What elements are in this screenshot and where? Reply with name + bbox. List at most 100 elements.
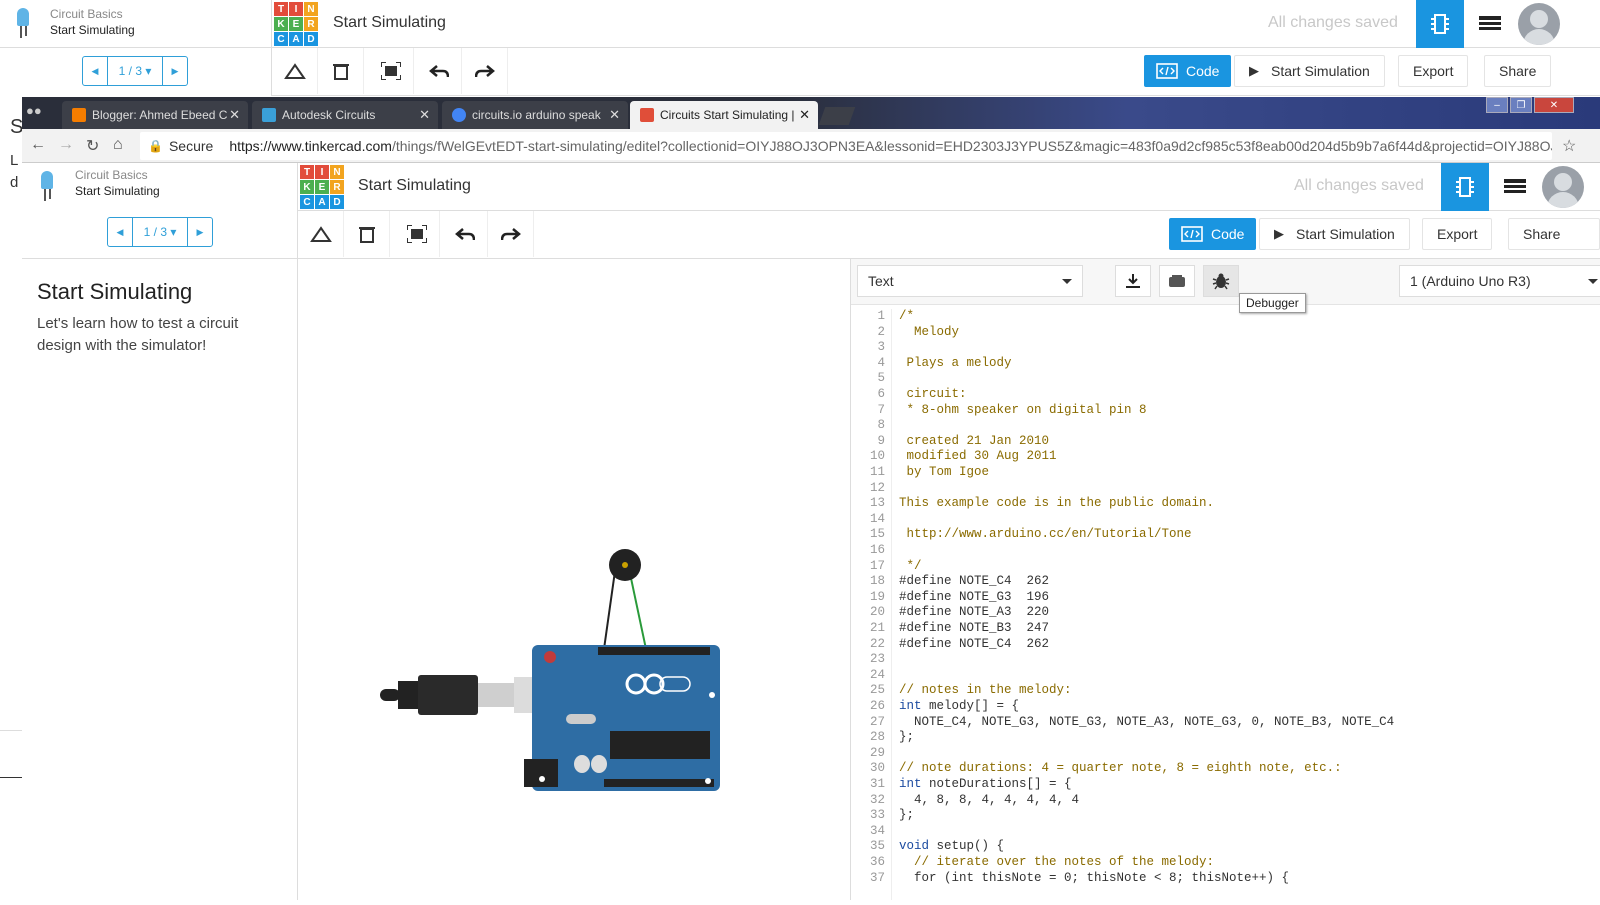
project-title[interactable]: Start Simulating <box>358 177 471 195</box>
share-button[interactable]: Share <box>1484 55 1552 87</box>
redo-button[interactable] <box>488 211 534 257</box>
rotate-tool-button[interactable] <box>298 211 344 257</box>
step-indicator[interactable]: 1 / 3 ▾ <box>107 57 163 85</box>
project-title[interactable]: Start Simulating <box>333 14 446 32</box>
code-line[interactable]: 32 4, 8, 8, 4, 4, 4, 4, 4 <box>851 793 1600 809</box>
code-line[interactable]: 17 */ <box>851 559 1600 575</box>
code-line[interactable]: 22 #define NOTE_C4 262 <box>851 637 1600 653</box>
circuit-canvas[interactable] <box>298 259 850 900</box>
browser-tab-autodesk[interactable]: Autodesk Circuits ✕ <box>252 101 438 129</box>
code-line[interactable]: 13 This example code is in the public dom… <box>851 496 1600 512</box>
delete-tool-button[interactable] <box>344 211 390 257</box>
code-line[interactable]: 20 #define NOTE_A3 220 <box>851 605 1600 621</box>
share-button[interactable]: Share <box>1508 218 1600 250</box>
reload-icon[interactable]: ↻ <box>86 136 99 156</box>
close-tab-icon[interactable]: ✕ <box>799 107 810 123</box>
maximize-button[interactable]: ❐ <box>1510 97 1532 113</box>
code-line[interactable]: 33}; <box>851 808 1600 824</box>
code-line[interactable]: 6 circuit: <box>851 387 1600 403</box>
user-avatar[interactable] <box>1518 3 1560 45</box>
delete-tool-button[interactable] <box>318 48 364 94</box>
libraries-button[interactable] <box>1159 265 1195 297</box>
code-line[interactable]: 24 <box>851 668 1600 684</box>
profile-icon[interactable]: ●● <box>26 103 48 121</box>
code-line[interactable]: 21 #define NOTE_B3 247 <box>851 621 1600 637</box>
browser-tab-circuits-active[interactable]: Circuits Start Simulating | ✕ <box>630 101 818 129</box>
code-line[interactable]: 2 Melody <box>851 325 1600 341</box>
code-line[interactable]: 28}; <box>851 730 1600 746</box>
debugger-button[interactable] <box>1203 265 1239 297</box>
step-indicator[interactable]: 1 / 3 ▾ <box>132 218 188 246</box>
code-mode-select[interactable]: Text <box>857 265 1083 297</box>
code-line[interactable]: 16 <box>851 543 1600 559</box>
code-button[interactable]: Code <box>1144 55 1232 87</box>
code-line[interactable]: 3 <box>851 340 1600 356</box>
circuit-view-button[interactable] <box>1416 0 1464 48</box>
circuit-view-button[interactable] <box>1441 163 1489 211</box>
minimize-button[interactable]: – <box>1486 97 1508 113</box>
start-simulation-button[interactable]: ▶ Start Simulation <box>1259 218 1410 250</box>
close-tab-icon[interactable]: ✕ <box>609 107 620 123</box>
code-line[interactable]: 23 <box>851 652 1600 668</box>
prev-step-button[interactable]: ◀ <box>108 218 132 246</box>
code-line[interactable]: 35 void setup() { <box>851 839 1600 855</box>
code-text-area[interactable]: 1/* 2 Melody 3 4 Plays a melody 5 6 circuit: 7… <box>851 309 1600 900</box>
code-line[interactable]: 1 /* <box>851 309 1600 325</box>
redo-button[interactable] <box>462 48 508 94</box>
rotate-tool-button[interactable] <box>272 48 318 94</box>
next-step-button[interactable]: ▶ <box>163 57 187 85</box>
code-line[interactable]: 5 <box>851 371 1600 387</box>
code-line[interactable]: 14 <box>851 512 1600 528</box>
code-line[interactable]: 26 int melody[] = { <box>851 699 1600 715</box>
prev-step-button[interactable]: ◀ <box>83 57 107 85</box>
usb-cable[interactable] <box>380 675 558 715</box>
tinkercad-logo[interactable]: TIN KER CAD <box>300 165 344 209</box>
piezo-buzzer[interactable] <box>609 549 641 581</box>
browser-tab-google[interactable]: circuits.io arduino speak ✕ <box>442 101 628 129</box>
code-line[interactable]: 27 NOTE_C4, NOTE_G3, NOTE_G3, NOTE_A3, N… <box>851 715 1600 731</box>
browser-tab-blogger[interactable]: Blogger: Ahmed Ebeed C ✕ <box>62 101 248 129</box>
new-tab-button[interactable] <box>818 107 856 125</box>
tinkercad-logo[interactable]: TIN KER CAD <box>274 2 318 46</box>
close-tab-icon[interactable]: ✕ <box>419 107 430 123</box>
code-line[interactable]: 15 http://www.arduino.cc/en/Tutorial/Ton… <box>851 527 1600 543</box>
close-window-button[interactable]: ✕ <box>1534 97 1574 113</box>
code-line[interactable]: 31 int noteDurations[] = { <box>851 777 1600 793</box>
forward-arrow-icon[interactable]: → <box>58 136 74 154</box>
code-line[interactable]: 10 modified 30 Aug 2011 <box>851 449 1600 465</box>
list-view-button[interactable] <box>1491 163 1539 211</box>
export-button[interactable]: Export <box>1398 55 1469 87</box>
close-tab-icon[interactable]: ✕ <box>229 107 240 123</box>
code-line[interactable]: 36 // iterate over the notes of the melo… <box>851 855 1600 871</box>
code-line[interactable]: 25 // notes in the melody: <box>851 683 1600 699</box>
home-icon[interactable]: ⌂ <box>113 136 123 154</box>
bookmark-star-icon[interactable]: ☆ <box>1562 136 1576 156</box>
code-line[interactable]: 18 #define NOTE_C4 262 <box>851 574 1600 590</box>
export-button[interactable]: Export <box>1422 218 1493 250</box>
code-line[interactable]: 8 <box>851 418 1600 434</box>
code-line[interactable]: 4 Plays a melody <box>851 356 1600 372</box>
undo-button[interactable] <box>416 48 462 94</box>
url-input[interactable]: 🔒 Secure https://www.tinkercad.com/thing… <box>140 132 1552 160</box>
code-line[interactable]: 37 for (int thisNote = 0; thisNote < 8; … <box>851 871 1600 887</box>
code-line[interactable]: 9 created 21 Jan 2010 <box>851 434 1600 450</box>
code-line[interactable]: 29 <box>851 746 1600 762</box>
code-line[interactable]: 19 #define NOTE_G3 196 <box>851 590 1600 606</box>
back-arrow-icon[interactable]: ← <box>30 136 46 154</box>
fit-view-button[interactable] <box>368 48 414 94</box>
code-button[interactable]: Code <box>1169 218 1257 250</box>
code-line[interactable]: 7 * 8-ohm speaker on digital pin 8 <box>851 403 1600 419</box>
undo-button[interactable] <box>442 211 488 257</box>
arduino-uno-board[interactable] <box>524 645 720 791</box>
device-select[interactable]: 1 (Arduino Uno R3) <box>1399 265 1600 297</box>
code-line[interactable]: 11 by Tom Igoe <box>851 465 1600 481</box>
code-line[interactable]: 30 // note durations: 4 = quarter note, 8… <box>851 761 1600 777</box>
user-avatar[interactable] <box>1542 166 1584 208</box>
start-simulation-button[interactable]: ▶ Start Simulation <box>1234 55 1385 87</box>
code-line[interactable]: 12 <box>851 481 1600 497</box>
next-step-button[interactable]: ▶ <box>188 218 212 246</box>
code-line[interactable]: 34 <box>851 824 1600 840</box>
list-view-button[interactable] <box>1466 0 1514 48</box>
fit-view-button[interactable] <box>394 211 440 257</box>
download-code-button[interactable] <box>1115 265 1151 297</box>
